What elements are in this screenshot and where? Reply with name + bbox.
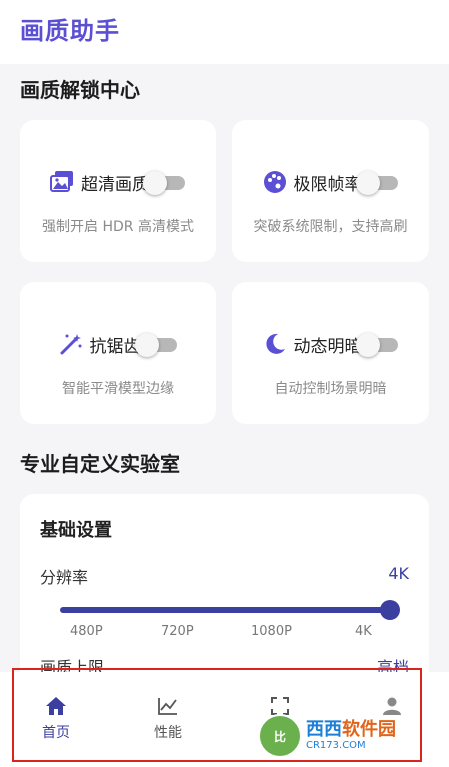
unlock-section-title: 画质解锁中心 (20, 78, 140, 102)
dynamic-light-label: 动态明暗 (293, 336, 362, 357)
hdr-label: 超清画质 (81, 174, 149, 195)
basic-settings-title: 基础设置 (40, 520, 112, 541)
framerate-toggle[interactable] (355, 171, 400, 195)
antialias-label: 抗锯齿 (89, 336, 141, 357)
magic-wand-icon (58, 331, 84, 357)
image-stack-icon (49, 169, 75, 195)
lab-section-title: 专业自定义实验室 (20, 452, 180, 476)
dynamic-light-card[interactable]: 动态明暗 自动控制场景明暗 (232, 282, 429, 424)
hdr-desc: 强制开启 HDR 高清模式 (42, 219, 194, 235)
dynamic-light-desc: 自动控制场景明暗 (274, 381, 387, 397)
tick-480p: 480P (70, 624, 103, 639)
antialias-card[interactable]: 抗锯齿 智能平滑模型边缘 (20, 282, 216, 424)
moon-icon (262, 331, 288, 357)
app-header: 画质助手 (0, 0, 449, 64)
tick-720p: 720P (161, 624, 194, 639)
tick-1080p: 1080P (251, 624, 292, 639)
highlight-box (12, 668, 422, 762)
resolution-slider-handle[interactable] (380, 600, 400, 620)
resolution-slider-track[interactable] (60, 607, 390, 613)
hdr-card[interactable]: 超清画质 强制开启 HDR 高清模式 (20, 120, 216, 262)
framerate-card[interactable]: 极限帧率 突破系统限制，支持高刷 (232, 120, 429, 262)
resolution-value: 4K (388, 564, 409, 583)
basic-settings-card: 基础设置 分辨率 4K 480P 720P 1080P 4K 画质上限 高档 (20, 494, 429, 694)
framerate-label: 极限帧率 (293, 174, 362, 195)
resolution-label: 分辨率 (40, 568, 89, 587)
antialias-toggle[interactable] (134, 333, 179, 357)
framerate-desc: 突破系统限制，支持高刷 (253, 219, 408, 235)
tick-4k: 4K (355, 624, 372, 639)
dynamic-light-toggle[interactable] (355, 333, 400, 357)
antialias-desc: 智能平滑模型边缘 (62, 381, 174, 397)
palette-icon (262, 169, 288, 195)
hdr-toggle[interactable] (143, 171, 187, 195)
app-title: 画质助手 (20, 17, 120, 45)
